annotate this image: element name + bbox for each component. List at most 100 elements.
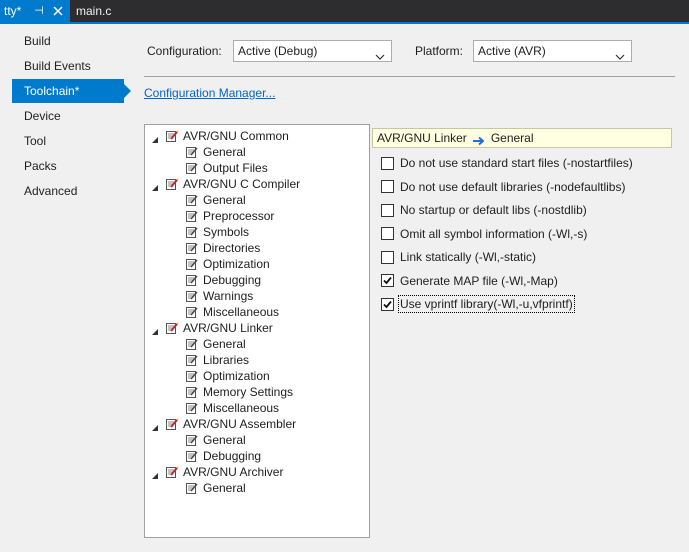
settings-page-icon bbox=[185, 193, 199, 207]
tree-item[interactable]: Optimization bbox=[185, 368, 270, 384]
settings-page-icon bbox=[185, 481, 199, 495]
tree-item-label: Memory Settings bbox=[203, 385, 294, 399]
linker-option-checkbox[interactable]: Link statically (-Wl,-static) bbox=[381, 249, 536, 265]
checkbox[interactable] bbox=[381, 297, 394, 311]
tree-group-label: AVR/GNU C Compiler bbox=[183, 177, 301, 191]
option-label: Do not use standard start files (-nostar… bbox=[400, 156, 633, 170]
tab-main-c[interactable]: main.c bbox=[70, 0, 117, 22]
settings-page-icon bbox=[185, 385, 199, 399]
configuration-dropdown[interactable]: Active (Debug) bbox=[233, 40, 392, 62]
checkbox[interactable] bbox=[381, 180, 394, 193]
settings-page-icon bbox=[185, 289, 199, 303]
tree-item[interactable]: Debugging bbox=[185, 448, 261, 464]
tree-item[interactable]: Warnings bbox=[185, 288, 253, 304]
tree-item[interactable]: General bbox=[185, 336, 246, 352]
settings-page-icon bbox=[185, 353, 199, 367]
tree-item-label: Debugging bbox=[203, 273, 262, 287]
platform-value: Active (AVR) bbox=[478, 44, 546, 58]
tree-group-avr-gnu-linker[interactable]: AVR/GNU Linker bbox=[151, 320, 273, 336]
settings-page-icon bbox=[185, 161, 199, 175]
sidebar-item-tool[interactable]: Tool bbox=[12, 129, 124, 153]
checkbox[interactable] bbox=[381, 250, 394, 264]
tree-group-avr-gnu-assembler[interactable]: AVR/GNU Assembler bbox=[151, 416, 296, 432]
settings-page-icon bbox=[185, 305, 199, 319]
tree-item[interactable]: Libraries bbox=[185, 352, 249, 368]
expander-icon[interactable] bbox=[151, 324, 159, 335]
configuration-manager-link[interactable]: Configuration Manager... bbox=[144, 86, 275, 100]
property-page-icon bbox=[165, 417, 179, 431]
tree-item-label: Debugging bbox=[203, 449, 262, 463]
tree-group-avr-gnu-common[interactable]: AVR/GNU Common bbox=[151, 128, 289, 144]
tree-group-label: AVR/GNU Linker bbox=[183, 321, 273, 335]
option-label: Link statically (-Wl,-static) bbox=[400, 250, 537, 264]
tab-tty[interactable]: tty* ⊣ bbox=[0, 0, 70, 22]
tree-item[interactable]: General bbox=[185, 480, 246, 496]
linker-option-checkbox[interactable]: Generate MAP file (-Wl,-Map) bbox=[381, 273, 558, 289]
property-page-icon bbox=[165, 321, 179, 335]
tree-item[interactable]: Symbols bbox=[185, 224, 249, 240]
platform-dropdown[interactable]: Active (AVR) bbox=[473, 40, 632, 62]
toolchain-tree: AVR/GNU Common General Output Files AVR/GNU… bbox=[144, 124, 370, 538]
configuration-label: Configuration: bbox=[147, 44, 222, 58]
tab-title: main.c bbox=[76, 4, 112, 18]
tree-item[interactable]: Optimization bbox=[185, 256, 270, 272]
option-label: No startup or default libs (-nostdlib) bbox=[400, 203, 587, 217]
linker-option-checkbox[interactable]: Do not use standard start files (-nostar… bbox=[381, 155, 633, 171]
settings-page-icon bbox=[185, 337, 199, 351]
tree-item[interactable]: Preprocessor bbox=[185, 208, 274, 224]
property-page-icon bbox=[165, 177, 179, 191]
sidebar-item-device[interactable]: Device bbox=[12, 104, 124, 128]
tree-group-avr-gnu-c-compiler[interactable]: AVR/GNU C Compiler bbox=[151, 176, 300, 192]
linker-option-checkbox[interactable]: Use vprintf library(-Wl,-u,vfprintf) bbox=[381, 295, 575, 313]
active-indicator bbox=[124, 84, 131, 98]
settings-page-icon bbox=[185, 449, 199, 463]
expander-icon[interactable] bbox=[151, 468, 159, 479]
tree-item[interactable]: Memory Settings bbox=[185, 384, 293, 400]
tree-item[interactable]: General bbox=[185, 144, 246, 160]
tree-item[interactable]: General bbox=[185, 192, 246, 208]
expander-icon[interactable] bbox=[151, 132, 159, 143]
tree-item-label: Warnings bbox=[203, 289, 254, 303]
settings-page-icon bbox=[185, 433, 199, 447]
tree-item[interactable]: Output Files bbox=[185, 160, 268, 176]
header-section: AVR/GNU Linker bbox=[377, 131, 467, 145]
tree-item[interactable]: Directories bbox=[185, 240, 260, 256]
option-label: Do not use default libraries (-nodefault… bbox=[400, 179, 626, 194]
tree-item-label: Directories bbox=[203, 241, 261, 255]
pin-icon[interactable]: ⊣ bbox=[33, 5, 45, 17]
expander-icon[interactable] bbox=[151, 420, 159, 431]
property-page-icon bbox=[165, 465, 179, 479]
arrow-right-icon bbox=[472, 133, 486, 146]
tree-item[interactable]: Miscellaneous bbox=[185, 400, 279, 416]
checkbox[interactable] bbox=[381, 203, 394, 217]
linker-option-checkbox[interactable]: Omit all symbol information (-Wl,-s) bbox=[381, 226, 587, 242]
sidebar-item-advanced[interactable]: Advanced bbox=[12, 179, 124, 203]
tree-item[interactable]: Miscellaneous bbox=[185, 304, 279, 320]
checkbox[interactable] bbox=[381, 274, 394, 287]
settings-page-icon bbox=[185, 145, 199, 159]
settings-page-icon bbox=[185, 241, 199, 255]
sidebar-item-build-events[interactable]: Build Events bbox=[12, 54, 124, 78]
tree-item-label: Output Files bbox=[203, 161, 268, 175]
expander-icon[interactable] bbox=[151, 180, 159, 191]
tree-item-label: Optimization bbox=[203, 257, 270, 271]
sidebar-item-packs[interactable]: Packs bbox=[12, 154, 124, 178]
linker-option-checkbox[interactable]: Do not use default libraries (-nodefault… bbox=[381, 179, 625, 195]
document-tab-strip: tty* ⊣ main.c bbox=[0, 0, 689, 24]
checkbox[interactable] bbox=[381, 227, 394, 240]
configuration-value: Active (Debug) bbox=[238, 44, 318, 58]
checkbox[interactable] bbox=[381, 156, 394, 170]
tree-group-avr-gnu-archiver[interactable]: AVR/GNU Archiver bbox=[151, 464, 283, 480]
sidebar-item-toolchain[interactable]: Toolchain* bbox=[12, 79, 124, 103]
settings-page-icon bbox=[185, 401, 199, 415]
tree-item-label: General bbox=[203, 193, 246, 207]
linker-option-checkbox[interactable]: No startup or default libs (-nostdlib) bbox=[381, 202, 587, 218]
tree-item[interactable]: Debugging bbox=[185, 272, 261, 288]
tree-item-label: General bbox=[203, 145, 246, 159]
close-icon[interactable] bbox=[52, 5, 64, 17]
sidebar-item-build[interactable]: Build bbox=[12, 29, 124, 53]
tree-item[interactable]: General bbox=[185, 432, 246, 448]
tree-item-label: Optimization bbox=[203, 369, 270, 383]
tree-item-label: General bbox=[203, 433, 246, 447]
settings-page-icon bbox=[185, 273, 199, 287]
